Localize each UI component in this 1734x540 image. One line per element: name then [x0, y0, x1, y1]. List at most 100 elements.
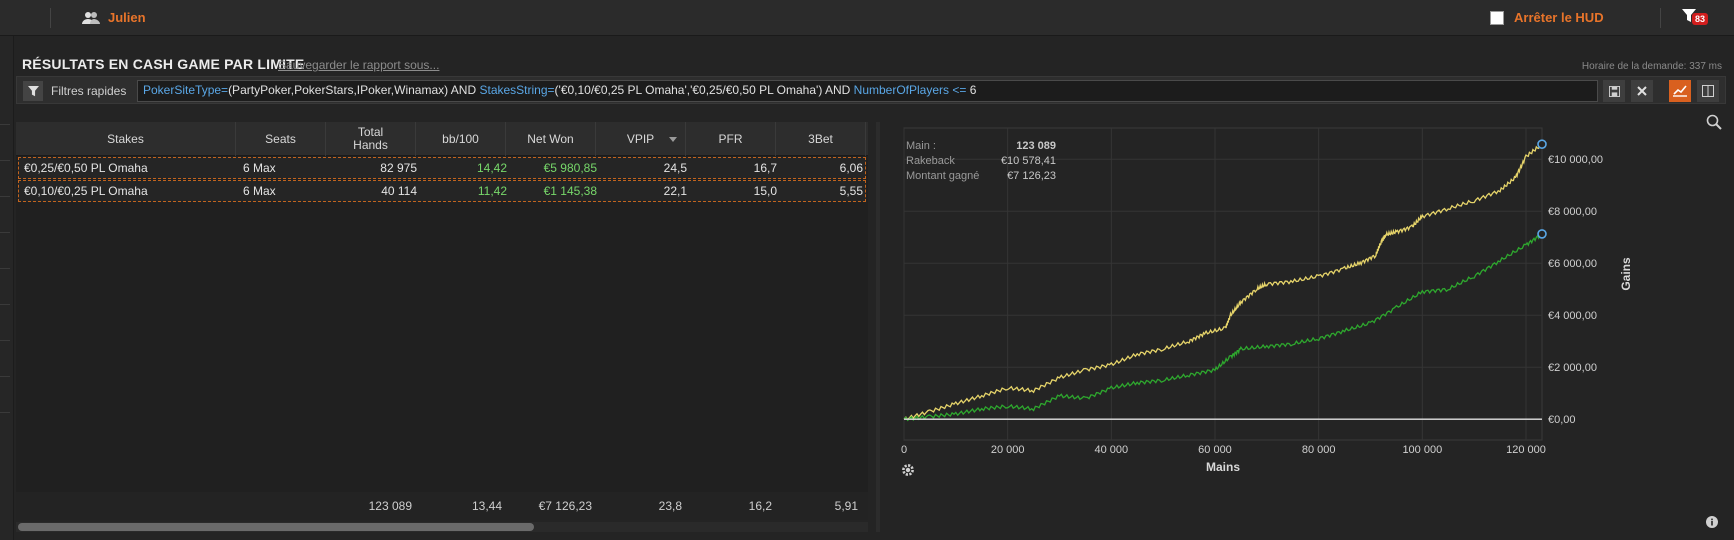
query-text: ('€0,10/€0,25 PL Omaha','€0,25/€0,50 PL …	[554, 83, 854, 97]
x-tick-label: 120 000	[1506, 444, 1546, 456]
legend-row: Main : 123 089	[906, 140, 1056, 155]
filter-icon	[23, 81, 43, 101]
total-pfr: 16,2	[748, 499, 772, 513]
separator	[1660, 8, 1661, 28]
gear-icon[interactable]	[900, 462, 916, 478]
line-chart-icon	[1673, 85, 1687, 97]
x-tick-label: 80 000	[1302, 444, 1336, 456]
y-tick-label: €2 000,00	[1548, 362, 1597, 374]
query-keyword: PokerSiteType=	[143, 83, 229, 97]
x-tick-label: 0	[901, 444, 907, 456]
hud-checkbox[interactable]	[1490, 10, 1504, 25]
user-menu[interactable]: Julien	[82, 10, 146, 25]
x-tick-label: 100 000	[1402, 444, 1442, 456]
clear-filter-button[interactable]	[1631, 80, 1653, 102]
stop-hud-toggle[interactable]: Arrêter le HUD	[1490, 10, 1604, 25]
total-net-won: €7 126,23	[538, 499, 592, 513]
y-tick-label: €0,00	[1548, 414, 1576, 426]
cell-pfr: 16,7	[753, 161, 777, 175]
y-tick-label: €6 000,00	[1548, 258, 1597, 270]
cell-total-hands: 82 975	[380, 161, 417, 175]
page-title: RÉSULTATS EN CASH GAME PAR LIMITE	[22, 56, 305, 72]
scrollbar-thumb[interactable]	[18, 523, 534, 531]
chart-view-button[interactable]	[1669, 80, 1691, 102]
notifications-button[interactable]: 83	[1682, 9, 1712, 27]
column-header-3bet[interactable]: 3Bet	[776, 122, 866, 156]
column-header-total-hands[interactable]: Total Hands	[326, 122, 416, 156]
save-report-link[interactable]: Sauvegarder le rapport sous...	[278, 58, 439, 72]
cell-stakes: €0,25/€0,50 PL Omaha	[24, 161, 148, 175]
sort-down-icon	[669, 137, 677, 142]
table-row[interactable]: €0,10/€0,25 PL Omaha 6 Max 40 114 11,42 …	[18, 180, 866, 202]
cell-pfr: 15,0	[753, 184, 777, 198]
y-tick-label: €8 000,00	[1548, 206, 1597, 218]
table-row[interactable]: €0,25/€0,50 PL Omaha 6 Max 82 975 14,42 …	[18, 157, 866, 179]
columns-icon	[1702, 85, 1714, 97]
cell-3bet: 6,06	[839, 161, 863, 175]
total-3bet: 5,91	[834, 499, 858, 513]
notification-badge: 83	[1692, 13, 1709, 25]
series-endpoint-marker	[1537, 229, 1547, 239]
column-header-seats[interactable]: Seats	[236, 122, 326, 156]
info-icon[interactable]	[1706, 516, 1718, 528]
top-bar: Julien Arrêter le HUD 83	[0, 0, 1734, 36]
query-timing: Horaire de la demande: 337 ms	[1581, 61, 1722, 72]
vpip-label: VPIP	[626, 131, 655, 146]
panel-splitter[interactable]	[876, 122, 880, 532]
user-name: Julien	[108, 10, 146, 25]
column-header-bb100[interactable]: bb/100	[416, 122, 506, 156]
quick-filter-bar: Filtres rapides PokerSiteType=(PartyPoke…	[16, 76, 1726, 104]
horizontal-scrollbar[interactable]	[16, 522, 868, 532]
x-tick-label: 20 000	[991, 444, 1025, 456]
legend-row: Montant gagné €7 126,23	[906, 170, 1056, 185]
cell-net-won: €5 980,85	[543, 161, 597, 175]
column-header-net-won[interactable]: Net Won	[506, 122, 596, 156]
table-header: Stakes Seats Total Hands bb/100 Net Won …	[16, 122, 868, 156]
hud-label: Arrêter le HUD	[1514, 10, 1604, 25]
quick-filters-label: Filtres rapides	[51, 84, 127, 98]
save-icon	[1608, 85, 1620, 97]
y-axis-label: Gains	[1619, 257, 1633, 291]
cell-bb100: 14,42	[476, 161, 507, 175]
cell-seats: 6 Max	[243, 184, 276, 198]
table-totals-row: 123 089 13,44 €7 126,23 23,8 16,2 5,91	[16, 492, 868, 520]
series-line	[903, 232, 1543, 422]
legend-label: Montant gagné	[906, 170, 980, 182]
total-vpip: 23,8	[658, 499, 682, 513]
split-view-button[interactable]	[1697, 80, 1719, 102]
y-tick-label: €10 000,00	[1548, 154, 1603, 166]
cell-seats: 6 Max	[243, 161, 276, 175]
separator	[50, 8, 51, 28]
x-axis-label: Mains	[1206, 460, 1240, 474]
query-keyword: StakesString=	[479, 83, 555, 97]
x-tick-label: 60 000	[1198, 444, 1232, 456]
series-endpoint-marker	[1537, 139, 1547, 149]
column-header-stakes[interactable]: Stakes	[16, 122, 236, 156]
winnings-chart-panel: 0 20 000 40 000 60 000 80 000 100 000 120 000 €…	[882, 114, 1726, 538]
cell-net-won: €1 145,38	[543, 184, 597, 198]
total-bb100: 13,44	[471, 499, 502, 513]
legend-value: 123 089	[1016, 140, 1056, 152]
zoom-icon[interactable]	[1706, 114, 1722, 130]
query-text: (PartyPoker,PokerStars,IPoker,Winamax) A…	[228, 83, 480, 97]
save-filter-button[interactable]	[1603, 80, 1625, 102]
left-sidebar-strip	[0, 36, 14, 540]
x-tick-label: 40 000	[1095, 444, 1129, 456]
column-header-vpip[interactable]: VPIP	[596, 122, 686, 156]
legend-label: Rakeback	[906, 155, 955, 167]
cell-vpip: 24,5	[663, 161, 687, 175]
chart-legend: Main : 123 089 Rakeback €10 578,41 Montant…	[906, 140, 1056, 185]
filter-query-input[interactable]: PokerSiteType=(PartyPoker,PokerStars,IPo…	[137, 80, 1598, 102]
total-hands: 123 089	[368, 499, 412, 513]
series-line	[903, 143, 1543, 421]
quick-filters-button[interactable]: Filtres rapides	[23, 81, 126, 101]
y-tick-label: €4 000,00	[1548, 310, 1597, 322]
cell-stakes: €0,10/€0,25 PL Omaha	[24, 184, 148, 198]
cell-bb100: 11,42	[477, 184, 507, 198]
legend-row: Rakeback €10 578,41	[906, 155, 1056, 170]
table-body	[16, 156, 868, 496]
legend-value: €10 578,41	[1000, 155, 1056, 167]
query-text: 6	[966, 83, 977, 97]
column-header-pfr[interactable]: PFR	[686, 122, 776, 156]
close-icon	[1637, 86, 1647, 96]
